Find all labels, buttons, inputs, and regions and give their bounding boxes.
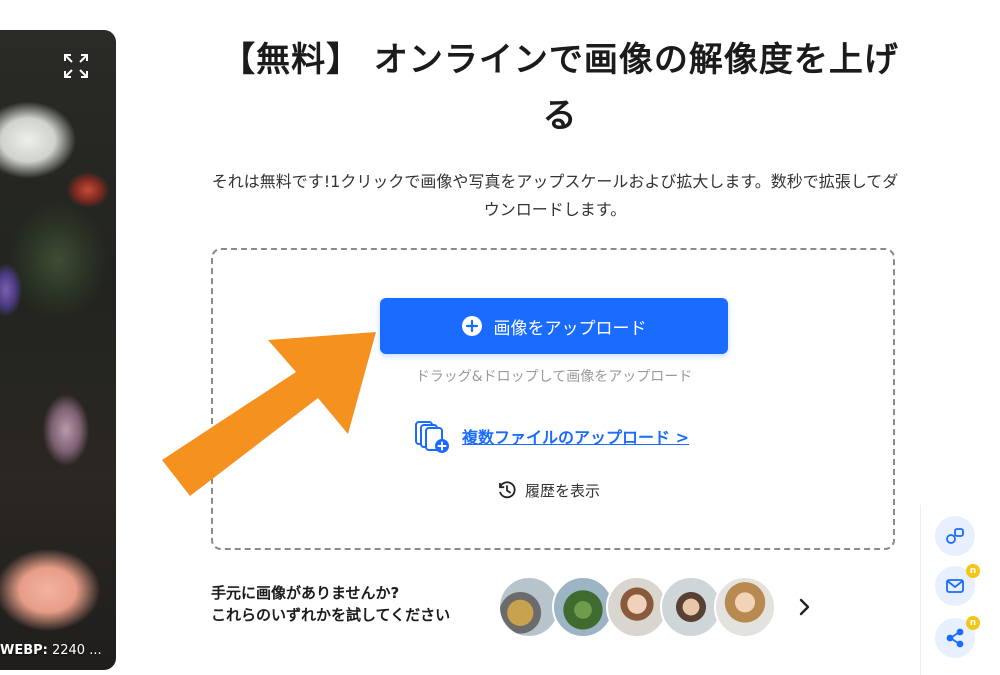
sample-image-landscape[interactable] xyxy=(552,576,614,638)
page-subtitle: それは無料です!1クリックで画像や写真をアップスケールおよび拡大します。数秒で拡… xyxy=(211,172,899,219)
drag-drop-hint: ドラッグ&ドロップして画像をアップロード xyxy=(415,369,693,385)
image-info: WEBP: 2240 ... xyxy=(0,643,102,658)
notification-badge: n xyxy=(966,616,980,630)
image-format: WEBP: xyxy=(0,643,48,658)
sample-image-family[interactable] xyxy=(660,576,722,638)
upload-image-button[interactable]: 画像をアップロード xyxy=(380,298,728,354)
mail-icon xyxy=(946,579,964,593)
image-preview: WEBP: 2240 ... xyxy=(0,30,116,670)
sample-image-car[interactable] xyxy=(498,576,560,638)
expand-icon[interactable] xyxy=(62,52,90,80)
page-title: 【無料】 オンラインで画像の解像度を上げる xyxy=(221,40,899,136)
sample-image-portrait-child[interactable] xyxy=(606,576,668,638)
feedback-button[interactable] xyxy=(935,516,975,556)
sample-prompt: 手元に画像がありませんか? これらのいずれかを試してください xyxy=(211,582,450,626)
multi-file-upload-link[interactable]: 複数ファイルのアップロード > xyxy=(412,418,689,454)
multi-file-upload-label: 複数ファイルのアップロード > xyxy=(462,428,689,447)
sample-prompt-line2: これらのいずれかを試してください xyxy=(211,606,451,624)
multiple-files-icon xyxy=(415,421,449,453)
history-icon xyxy=(499,481,516,499)
sample-prompt-line1: 手元に画像がありませんか? xyxy=(211,584,400,602)
chat-bubbles-icon xyxy=(946,528,964,544)
orange-arrow-annotation xyxy=(162,332,376,496)
image-dimensions: 2240 ... xyxy=(47,643,102,658)
notification-badge: n xyxy=(966,564,980,578)
plus-circle-icon xyxy=(461,316,482,336)
sample-image-portrait-woman[interactable] xyxy=(714,576,776,638)
view-history-link[interactable]: 履歴を表示 xyxy=(497,478,600,502)
chevron-right-icon[interactable] xyxy=(795,596,813,618)
upload-button-label: 画像をアップロード xyxy=(493,318,647,339)
history-label: 履歴を表示 xyxy=(525,481,601,500)
share-icon xyxy=(946,628,964,648)
